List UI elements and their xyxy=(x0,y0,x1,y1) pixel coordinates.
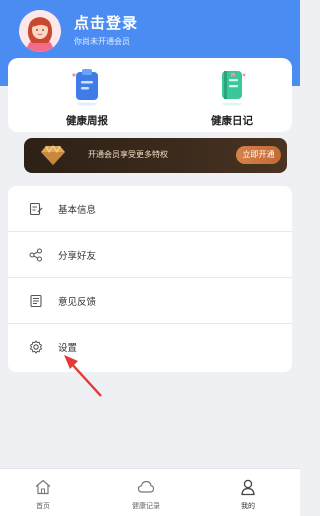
cloud-icon xyxy=(137,480,155,493)
avatar-illustration-icon xyxy=(19,10,61,52)
user-icon xyxy=(241,479,255,496)
quick-actions-card: 健康周报 健康日记 xyxy=(8,58,292,132)
login-title[interactable]: 点击登录 xyxy=(74,12,138,33)
vip-promo-text: 开通会员享受更多特权 xyxy=(88,150,168,159)
feedback-icon xyxy=(30,294,42,307)
menu-item-basic-info[interactable]: 基本信息 xyxy=(8,186,292,231)
tab-health-record[interactable]: 健康记录 xyxy=(111,469,181,516)
health-diary-button[interactable]: 健康日记 xyxy=(172,58,292,132)
menu-item-share-friends[interactable]: 分享好友 xyxy=(8,232,292,277)
notebook-icon xyxy=(222,71,246,106)
tab-home[interactable]: 首页 xyxy=(8,469,78,516)
tab-label: 健康记录 xyxy=(132,502,160,510)
tab-label: 首页 xyxy=(36,502,50,510)
health-weekly-report-button[interactable]: 健康周报 xyxy=(27,58,147,132)
open-vip-button[interactable]: 立即开通 xyxy=(236,146,281,164)
vip-banner[interactable]: 开通会员享受更多特权 立即开通 xyxy=(24,138,287,173)
edit-document-icon xyxy=(29,202,43,215)
diamond-icon xyxy=(41,145,65,165)
clipboard-report-icon xyxy=(72,69,98,106)
share-icon xyxy=(29,248,42,261)
avatar[interactable] xyxy=(19,10,61,52)
menu-item-label: 意见反馈 xyxy=(58,296,97,308)
menu-item-settings[interactable]: 设置 xyxy=(8,324,292,369)
tab-label: 我的 xyxy=(241,502,255,510)
health-diary-label: 健康日记 xyxy=(211,115,253,127)
menu-item-label: 分享好友 xyxy=(58,250,97,262)
gear-icon xyxy=(29,339,43,354)
bottom-tab-bar: 首页 健康记录 我的 xyxy=(0,468,300,516)
menu-item-label: 基本信息 xyxy=(58,204,97,216)
health-weekly-report-label: 健康周报 xyxy=(66,115,108,127)
home-icon xyxy=(35,479,51,495)
tab-mine[interactable]: 我的 xyxy=(213,469,283,516)
menu-item-feedback[interactable]: 意见反馈 xyxy=(8,278,292,323)
red-arrow-annotation xyxy=(64,355,102,397)
settings-menu: 基本信息 分享好友 意见反馈 设置 xyxy=(8,186,292,372)
membership-status: 你尚未开通会员 xyxy=(74,37,130,46)
